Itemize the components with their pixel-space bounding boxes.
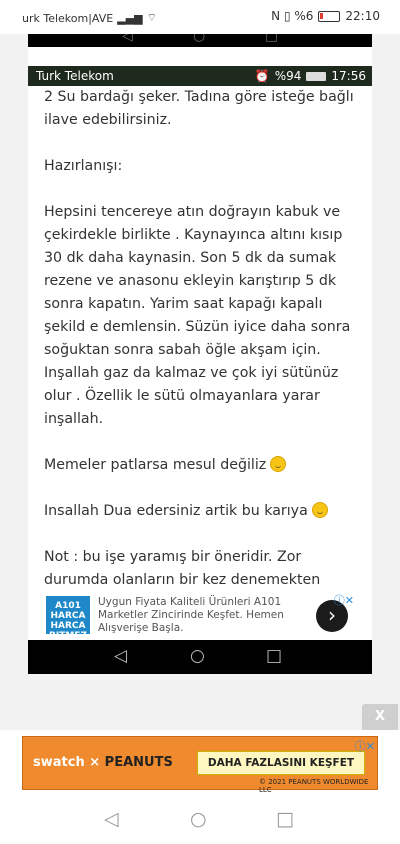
wifi-icon: ⌔ <box>146 11 157 24</box>
home-icon[interactable]: ○ <box>190 808 207 830</box>
back-icon[interactable]: ◁ <box>114 646 127 666</box>
bottom-ad-strip: swatch × PEANUTS DAHA FAZLASINI KEŞFET ©… <box>0 730 400 796</box>
signal-icon: ▂▄▆ <box>117 11 143 25</box>
swatch-logo: swatch <box>33 755 85 770</box>
outer-time: 22:10 <box>345 9 380 23</box>
system-nav-bar: ◁ ○ □ <box>0 796 400 844</box>
copyright-text: © 2021 PEANUTS WORLDWIDE LLC <box>259 778 369 794</box>
swatch-peanuts-banner[interactable]: swatch × PEANUTS DAHA FAZLASINI KEŞFET ©… <box>22 736 378 794</box>
recents-icon[interactable]: □ <box>266 646 282 666</box>
screen: urk Telekom|AVE ▂▄▆ ⌔ N ▯ %6 22:10 ◁ ○ □… <box>0 0 400 844</box>
discover-more-button[interactable]: DAHA FAZLASINI KEŞFET <box>197 751 365 775</box>
a101-ad[interactable]: A101 HARCA HARCA BITMEZ Uygun Fiyata Kal… <box>46 592 354 641</box>
paragraph-with-emoji: Memeler patlarsa mesul değiliz <box>44 454 360 477</box>
embedded-top-nav: ◁ ○ □ <box>28 34 372 47</box>
ad-choices-icon[interactable]: ⓘ✕ <box>355 738 375 754</box>
embedded-screenshot[interactable]: ◁ ○ □ Turk Telekom ⏰ %94 17:56 2 Su bard… <box>28 34 372 674</box>
paragraph: 2 Su bardağı şeker. Tadına göre isteğe b… <box>44 89 354 128</box>
recipe-article: 2 Su bardağı şeker. Tadına göre isteğe b… <box>44 86 360 594</box>
ad-choices-icon[interactable]: ⓘ✕ <box>334 592 354 608</box>
inner-time: 17:56 <box>331 69 366 83</box>
embedded-status-bar: Turk Telekom ⏰ %94 17:56 <box>28 66 372 86</box>
status-indicators: N ▯ %6 <box>271 9 314 23</box>
smiley-emoji-icon <box>270 456 287 472</box>
home-icon: ○ <box>193 34 206 44</box>
close-ad-button[interactable]: X <box>362 704 398 730</box>
smiley-emoji-icon <box>311 502 328 518</box>
back-icon[interactable]: ◁ <box>104 808 119 830</box>
a101-logo: A101 HARCA HARCA BITMEZ <box>46 596 90 641</box>
outer-status-bar: urk Telekom|AVE ▂▄▆ ⌔ N ▯ %6 22:10 <box>0 0 400 34</box>
paragraph-with-emoji: Insallah Dua edersiniz artik bu karıya <box>44 500 360 523</box>
paragraph: Hepsini tencereye atın doğrayın kabuk ve… <box>44 204 351 427</box>
inner-battery-percent: %94 <box>274 69 302 83</box>
recents-icon: □ <box>265 34 279 44</box>
embedded-bottom-nav: ◁ ○ □ <box>28 640 372 674</box>
cross-symbol: × <box>89 755 101 770</box>
peanuts-logo: PEANUTS <box>104 755 173 770</box>
inner-carrier: Turk Telekom <box>36 69 114 83</box>
paragraph: Hazırlanışı: <box>44 158 123 174</box>
home-icon[interactable]: ○ <box>190 646 205 666</box>
back-icon: ◁ <box>122 34 133 44</box>
outer-carrier: urk Telekom|AVE <box>22 11 114 25</box>
paragraph: Not : bu işe yaramış bir öneridir. Zor d… <box>44 549 321 588</box>
battery-icon <box>318 10 341 22</box>
recents-icon[interactable]: □ <box>276 808 294 830</box>
alarm-icon: ⏰ <box>254 69 270 83</box>
inner-battery-icon <box>306 71 327 81</box>
ad-text[interactable]: Uygun Fiyata Kaliteli Ürünleri A101 Mark… <box>98 596 308 635</box>
